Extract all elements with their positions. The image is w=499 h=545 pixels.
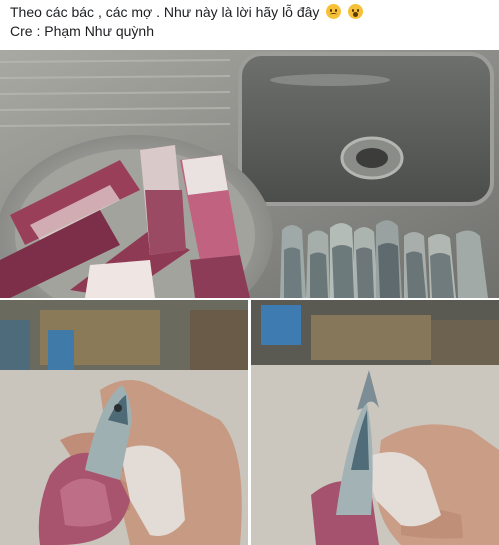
photo-squid-and-fish-image [0, 50, 499, 298]
photo-stuffed-squid-left-image [0, 300, 248, 545]
disappointed-face-icon [326, 4, 342, 19]
astonished-face-icon [348, 4, 364, 19]
post-caption: Theo các bác , các mợ . Như này là lời h… [10, 4, 320, 20]
photo-squid-and-fish[interactable] [0, 50, 499, 298]
photo-stuffed-squid-right-image [251, 300, 499, 545]
photo-stuffed-squid-left[interactable] [0, 300, 248, 545]
photo-stuffed-squid-right[interactable] [251, 300, 499, 545]
post-text: Theo các bác , các mợ . Như này là lời h… [10, 3, 490, 41]
post-caption-line: Theo các bác , các mợ . Như này là lời h… [10, 3, 490, 22]
post-credit: Cre : Phạm Như quỳnh [10, 23, 154, 39]
